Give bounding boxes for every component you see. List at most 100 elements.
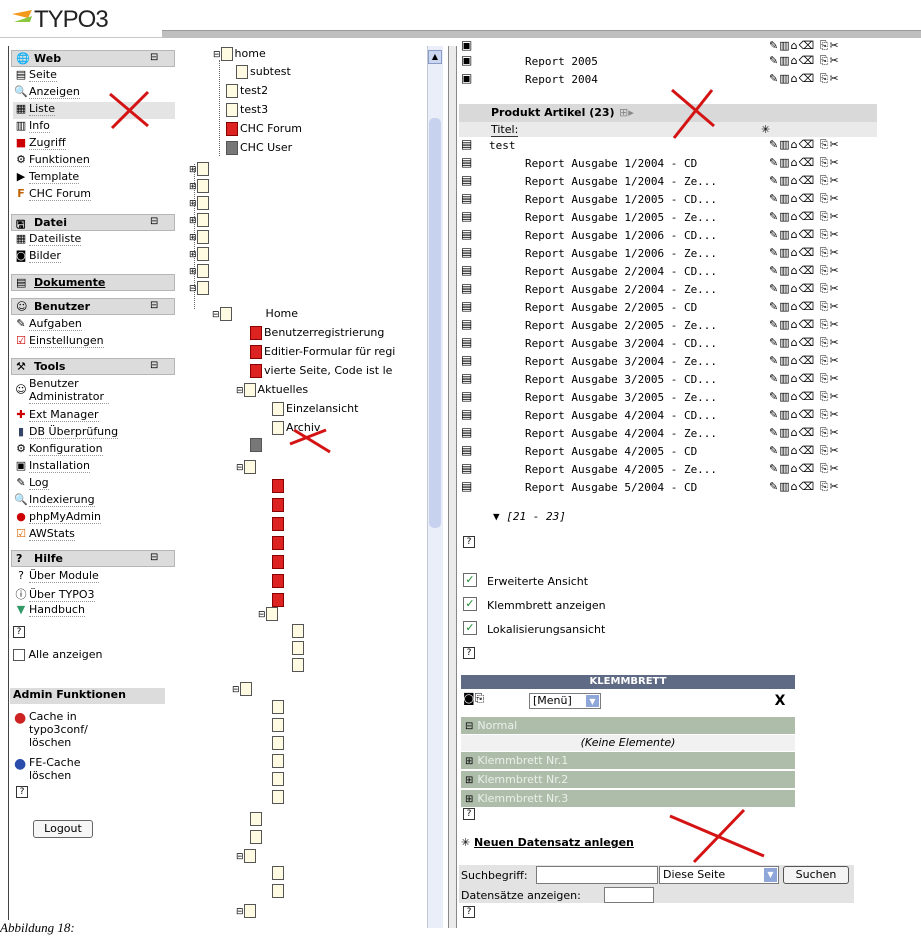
tree-node[interactable]: ⊞ — [189, 213, 211, 228]
menu-item-benutzer-administrator[interactable]: ☺ Benutzer Administrator — [13, 377, 175, 407]
table-row[interactable]: ▤ Report Ausgabe 3/2005 - Ze... ✎▥⌂⌫ ⎘✂ — [461, 389, 871, 406]
table-row[interactable]: ▤ Report Ausgabe 1/2004 - Ze... ✎▥⌂⌫ ⎘✂ — [461, 173, 871, 190]
clipboard-pad-2[interactable]: ⊞ Klemmbrett Nr.2 — [461, 771, 795, 788]
tree-node[interactable]: ⊟ — [232, 682, 254, 697]
table-row[interactable]: ▤ Report Ausgabe 3/2005 - CD... ✎▥⌂⌫ ⎘✂ — [461, 371, 871, 388]
page-prev-icon[interactable]: ▼ — [493, 510, 500, 523]
menu-item-ueber-typo3[interactable]: ⓘ Über TYPO3 — [13, 586, 175, 603]
table-row[interactable]: ▤ Report Ausgabe 2/2004 - CD... ✎▥⌂⌫ ⎘✂ — [461, 263, 871, 280]
menu-group-tools[interactable]: ⚒ Tools ⊟ — [11, 358, 175, 375]
expand-icon[interactable]: ⊞ — [465, 791, 473, 808]
expand-icon[interactable]: ⊞▸ — [619, 106, 634, 119]
collapse-icon[interactable]: ⊟ — [150, 52, 158, 63]
show-all-toggle[interactable]: Alle anzeigen — [13, 648, 175, 665]
new-record-link[interactable]: ✳ Neuen Datensatz anlegen — [461, 836, 634, 849]
tree-node[interactable] — [272, 718, 286, 732]
menu-item-seite[interactable]: ▤ Seite — [13, 68, 175, 85]
menu-group-benutzer[interactable]: ☺ Benutzer ⊟ — [11, 298, 175, 315]
collapse-icon[interactable]: ⊟ — [150, 360, 158, 371]
row-controls[interactable]: ✎▥⌂⌫ ⎘✂ — [769, 138, 840, 152]
clear-conf-cache-link[interactable]: ● Cache in typo3conf/ löschen — [14, 710, 164, 749]
collapse-icon[interactable]: ⊟ — [150, 300, 158, 311]
tree-node[interactable] — [250, 438, 264, 452]
row-controls[interactable]: ✎▥⌂⌫ ⎘✂ — [769, 372, 840, 386]
checkbox-icon[interactable] — [13, 649, 25, 661]
table-row[interactable]: ▤ Report Ausgabe 1/2005 - CD... ✎▥⌂⌫ ⎘✂ — [461, 191, 871, 208]
tree-node[interactable] — [292, 641, 306, 655]
collapse-icon[interactable]: ⊟ — [465, 718, 473, 735]
search-input[interactable] — [536, 866, 658, 884]
menu-item-db-check[interactable]: ▮ DB Überprüfung — [13, 425, 175, 442]
row-controls[interactable]: ✎▥⌂⌫ ⎘✂ — [769, 300, 840, 314]
row-controls[interactable]: ✎▥⌂⌫ ⎘✂ — [769, 210, 840, 224]
table-row[interactable]: ▤ Report Ausgabe 4/2004 - CD... ✎▥⌂⌫ ⎘✂ — [461, 407, 871, 424]
tree-node[interactable] — [272, 772, 286, 786]
row-controls[interactable]: ✎▥⌂⌫ ⎘✂ — [769, 174, 840, 188]
table-row[interactable]: ▤ Report Ausgabe 2/2004 - Ze... ✎▥⌂⌫ ⎘✂ — [461, 281, 871, 298]
tree-node[interactable] — [272, 593, 286, 607]
table-row[interactable]: ▤ Report Ausgabe 1/2005 - Ze... ✎▥⌂⌫ ⎘✂ — [461, 209, 871, 226]
records-count-input[interactable] — [604, 887, 654, 903]
table-row[interactable]: ▤ Report Ausgabe 3/2004 - CD... ✎▥⌂⌫ ⎘✂ — [461, 335, 871, 352]
tree-node[interactable] — [272, 536, 286, 550]
tree-node[interactable]: ⊟ — [258, 607, 280, 622]
clipboard-pad-1[interactable]: ⊞ Klemmbrett Nr.1 — [461, 752, 795, 769]
checkbox-show-clipboard[interactable]: ✓ — [463, 597, 477, 611]
row-controls[interactable]: ✎▥⌂⌫ ⎘✂ — [769, 282, 840, 296]
column-title[interactable]: Titel: — [491, 123, 519, 137]
table-row[interactable]: ▤ Report Ausgabe 4/2004 - Ze... ✎▥⌂⌫ ⎘✂ — [461, 425, 871, 442]
row-controls[interactable]: ✎▥⌂⌫ ⎘✂ — [769, 228, 840, 242]
help-icon[interactable]: ? — [463, 906, 475, 918]
menu-item-phpmyadmin[interactable]: ● phpMyAdmin — [13, 510, 175, 527]
menu-item-handbuch[interactable]: ▼ Handbuch — [13, 603, 175, 620]
tree-node[interactable] — [272, 866, 286, 880]
logout-button[interactable]: Logout — [33, 820, 93, 838]
tree-node[interactable]: ⊞ — [189, 264, 211, 279]
tree-node[interactable] — [250, 812, 264, 826]
tree-node-test2[interactable]: test2 — [226, 84, 268, 98]
menu-item-konfiguration[interactable]: ⚙ Konfiguration — [13, 442, 175, 459]
tree-node[interactable] — [272, 736, 286, 750]
tree-node[interactable] — [272, 884, 286, 898]
row-controls[interactable]: ✎▥⌂⌫ ⎘✂ — [769, 246, 840, 260]
tree-node[interactable]: ⊞ — [189, 247, 211, 262]
menu-item-zugriff[interactable]: ■ Zugriff — [13, 136, 175, 153]
menu-group-datei[interactable]: 🖫 Datei ⊟ — [11, 214, 175, 231]
menu-group-dokumente[interactable]: ▤ Dokumente — [11, 274, 175, 291]
close-icon[interactable]: X — [771, 693, 789, 709]
row-controls[interactable]: ✎▥⌂⌫ ⎘✂ — [769, 318, 840, 332]
menu-item-awstats[interactable]: ☑ AWStats — [13, 527, 175, 544]
menu-item-bilder[interactable]: ◙ Bilder — [13, 249, 175, 266]
tree-node[interactable]: ⊞ — [189, 196, 211, 211]
tree-node[interactable]: ⊞ — [189, 230, 211, 245]
menu-item-installation[interactable]: ▣ Installation — [13, 459, 175, 476]
tree-node-home2[interactable]: ⊟ Home — [212, 307, 298, 322]
menu-item-log[interactable]: ✎ Log — [13, 476, 175, 493]
tree-node[interactable]: ⊟ — [236, 904, 258, 919]
tree-node-test3[interactable]: test3 — [226, 103, 268, 117]
row-controls[interactable]: ✎▥⌂⌫ ⎘✂ — [769, 480, 840, 494]
tree-node[interactable] — [272, 479, 286, 493]
table-row[interactable]: ▤ Report Ausgabe 1/2006 - Ze... ✎▥⌂⌫ ⎘✂ — [461, 245, 871, 262]
row-controls[interactable]: ✎▥⌂⌫ ⎘✂ — [769, 39, 840, 53]
tree-node-vierte-seite[interactable]: vierte Seite, Code ist le — [250, 364, 392, 378]
table-row[interactable]: ▤ Report Ausgabe 3/2004 - Ze... ✎▥⌂⌫ ⎘✂ — [461, 353, 871, 370]
row-controls[interactable]: ✎▥⌂⌫ ⎘✂ — [769, 72, 840, 86]
table-row[interactable]: ▤ Report Ausgabe 4/2005 - CD ✎▥⌂⌫ ⎘✂ — [461, 443, 871, 460]
menu-item-ueber-module[interactable]: ? Über Module — [13, 569, 175, 586]
tree-node[interactable]: ⊟ — [236, 460, 258, 475]
clipboard-pad-3[interactable]: ⊞ Klemmbrett Nr.3 — [461, 790, 795, 807]
table-row[interactable]: ▤ Report Ausgabe 2/2005 - Ze... ✎▥⌂⌫ ⎘✂ — [461, 317, 871, 334]
tree-node-subtest[interactable]: subtest — [236, 65, 291, 79]
tree-node-chc-user[interactable]: CHC User — [226, 141, 292, 155]
tree-node[interactable]: ⊟ — [189, 281, 211, 296]
row-controls[interactable]: ✎▥⌂⌫ ⎘✂ — [769, 444, 840, 458]
tree-node[interactable] — [272, 498, 286, 512]
collapse-icon[interactable]: ⊟ — [150, 552, 158, 563]
tree-node[interactable] — [272, 754, 286, 768]
tree-node-einzelansicht[interactable]: Einzelansicht — [272, 402, 358, 416]
clear-fe-cache-link[interactable]: ● FE-Cache löschen — [14, 756, 164, 782]
menu-item-chc-forum[interactable]: F CHC Forum — [13, 187, 175, 204]
clipboard-menu-select[interactable]: [Menü] ▼ — [529, 693, 601, 709]
help-icon[interactable]: ? — [16, 786, 28, 798]
